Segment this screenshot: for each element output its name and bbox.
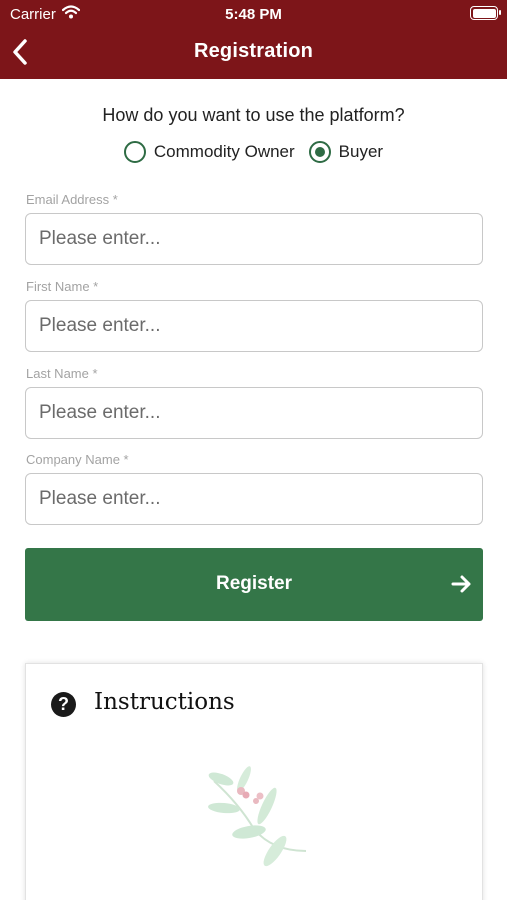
coffee-branch-illustration <box>208 766 307 867</box>
radio-label-commodity-owner: Commodity Owner <box>153 142 295 161</box>
company-name-field[interactable] <box>25 473 483 525</box>
help-circle-icon: ? <box>51 692 76 717</box>
radio-label-buyer: Buyer <box>338 142 384 161</box>
first-name-field[interactable] <box>25 300 483 352</box>
page-title: Registration <box>193 40 314 62</box>
usage-question: How do you want to use the platform? <box>102 105 405 125</box>
usage-radio-group: Commodity Owner Buyer <box>0 141 507 163</box>
radio-commodity-owner[interactable]: Commodity Owner <box>123 141 295 163</box>
arrow-right-icon <box>451 575 471 593</box>
radio-buyer[interactable]: Buyer <box>308 141 384 163</box>
header-bar: Carrier 5:48 PM Registration <box>0 0 507 79</box>
company-name-label: Company Name * <box>26 452 129 467</box>
register-button[interactable]: Register <box>25 548 483 621</box>
status-bar: Carrier 5:48 PM <box>0 0 507 28</box>
email-field[interactable] <box>25 213 483 265</box>
register-label: Register <box>215 573 293 594</box>
radio-button-buyer[interactable] <box>308 141 331 163</box>
radio-button-commodity-owner[interactable] <box>123 141 146 163</box>
instructions-card: ? Instructions <box>25 663 483 900</box>
clock-time: 5:48 PM <box>225 6 282 23</box>
last-name-label: Last Name * <box>26 366 98 381</box>
last-name-field[interactable] <box>25 387 483 439</box>
first-name-label: First Name * <box>26 279 99 294</box>
battery-icon <box>470 6 501 20</box>
instructions-title: Instructions <box>94 689 235 715</box>
email-label: Email Address * <box>26 192 118 207</box>
